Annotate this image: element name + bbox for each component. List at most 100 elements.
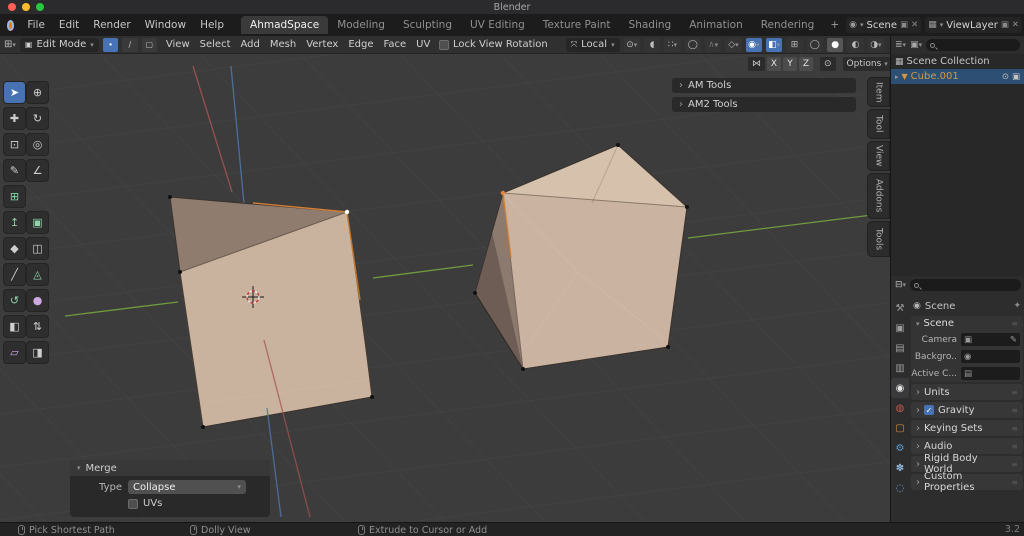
pin-icon[interactable]: ✦ (1013, 301, 1021, 311)
xray-toggle[interactable]: ◧▾ (766, 38, 782, 52)
edge-select-button[interactable]: ∕ (122, 38, 137, 52)
tool-annotate[interactable]: ✎ (4, 160, 25, 181)
shading-material-button[interactable]: ● (827, 38, 843, 52)
gravity-checkbox[interactable]: ✓ (924, 405, 934, 415)
tool-poly-build[interactable]: ◬ (27, 264, 48, 285)
scene-panel-header[interactable]: ▾ Scene ≡ (911, 316, 1023, 331)
editor-type-icon[interactable]: ⊟▾ (895, 280, 906, 290)
editor-type-icon[interactable]: ⊞▾ (4, 39, 16, 50)
panel-gravity[interactable]: ›✓Gravity≡ (911, 402, 1023, 418)
viewport-menu-face[interactable]: Face (379, 39, 412, 50)
proportional-falloff-dropdown[interactable]: ∧▾ (705, 38, 721, 52)
hide-viewport-eye-icon[interactable]: ⊙ (1002, 72, 1009, 82)
pivot-point-dropdown[interactable]: ⊙▾ (624, 38, 640, 52)
lock-view-rotation-checkbox[interactable] (439, 40, 449, 50)
workspace-tab-animation[interactable]: Animation (680, 16, 752, 34)
panel-rigid-body-world[interactable]: ›Rigid Body World≡ (911, 456, 1023, 472)
scene-name[interactable]: Scene (867, 20, 898, 31)
tool-bevel[interactable]: ◆ (4, 238, 25, 259)
outliner-filter-dropdown[interactable]: ▣▾ (910, 40, 922, 50)
menu-file[interactable]: File (20, 19, 52, 31)
properties-tab-object[interactable]: ▢ (891, 418, 909, 438)
workspace-tab-texture-paint[interactable]: Texture Paint (534, 16, 620, 34)
remove-viewlayer-icon[interactable]: ✕ (1012, 20, 1019, 30)
scene-selector[interactable]: ◉▾ Scene ▣ ✕ (846, 17, 921, 33)
outliner-row-scene-collection[interactable]: ▦ Scene Collection (891, 54, 1024, 69)
npanel-tab-tool[interactable]: Tool (868, 110, 889, 138)
tool-extrude-region[interactable]: ↥ (4, 212, 25, 233)
snap-base-icon[interactable]: ⊙ (820, 57, 836, 71)
panel-units[interactable]: ›Units≡ (911, 384, 1023, 400)
workspace-tab-uv-editing[interactable]: UV Editing (461, 16, 534, 34)
tool-shrink-fatten[interactable]: ⇅ (27, 316, 48, 337)
options-dropdown[interactable]: Options ▾ (843, 57, 892, 71)
viewport-menu-vertex[interactable]: Vertex (301, 39, 343, 50)
orientation-dropdown[interactable]: ⤧ Local ▾ (566, 38, 620, 52)
tool-edge-slide[interactable]: ◧ (4, 316, 25, 337)
show-gizmo-dropdown[interactable]: ◇▾ (725, 38, 741, 52)
tool-add-cube[interactable]: ⊞ (4, 186, 25, 207)
properties-tab-output[interactable]: ▤ (891, 338, 909, 358)
viewport-menu-add[interactable]: Add (236, 39, 265, 50)
field-input[interactable]: ◉ (961, 350, 1020, 363)
tool-measure[interactable]: ∠ (27, 160, 48, 181)
properties-tab-render[interactable]: ▣ (891, 318, 909, 338)
shading-solid-button[interactable]: ◯ (807, 38, 823, 52)
viewport-menu-edge[interactable]: Edge (343, 39, 378, 50)
shading-rendered-button[interactable]: ◐ (847, 38, 863, 52)
tool-loop-cut[interactable]: ◫ (27, 238, 48, 259)
workspace-tab-ahmadspace[interactable]: AhmadSpace (241, 16, 328, 34)
snap-with-dropdown[interactable]: ∷▾ (664, 38, 680, 52)
outliner-search-input[interactable] (926, 39, 1020, 51)
uvs-checkbox[interactable] (128, 499, 138, 509)
tool-rip-region[interactable]: ◨ (27, 342, 48, 363)
menu-help[interactable]: Help (193, 19, 231, 31)
panel-audio[interactable]: ›Audio≡ (911, 438, 1023, 454)
tool-rotate[interactable]: ↻ (27, 108, 48, 129)
properties-tab-scene[interactable]: ◉ (891, 378, 909, 398)
shading-dropdown[interactable]: ◑▾ (868, 38, 884, 52)
npanel-tab-tools[interactable]: Tools (868, 222, 889, 256)
mirror-y-button[interactable]: Y (783, 57, 797, 71)
outliner-display-mode-dropdown[interactable]: ≣▾ (895, 40, 906, 50)
panel-keying-sets[interactable]: ›Keying Sets≡ (911, 420, 1023, 436)
expand-arrow-icon[interactable]: ▸ (895, 73, 899, 81)
workspace-tab-modeling[interactable]: Modeling (328, 16, 394, 34)
mirror-z-button[interactable]: Z (799, 57, 813, 71)
scene-browse-icon[interactable]: ◉ (849, 20, 857, 30)
viewlayer-name[interactable]: ViewLayer (946, 20, 998, 31)
workspace-tab-shading[interactable]: Shading (620, 16, 681, 34)
proportional-edit-toggle[interactable]: ◯ (685, 38, 701, 52)
viewport-menu-mesh[interactable]: Mesh (265, 39, 301, 50)
tool-shear[interactable]: ▱ (4, 342, 25, 363)
workspace-tab-rendering[interactable]: Rendering (752, 16, 824, 34)
npanel-am2-tools[interactable]: ›AM2 Tools (672, 97, 856, 112)
viewlayer-selector[interactable]: ▦▾ ViewLayer ▣ ✕ (925, 17, 1022, 33)
disable-render-camera-icon[interactable]: ▣ (1012, 72, 1020, 82)
merge-type-select[interactable]: Collapse ▾ (128, 480, 246, 494)
menu-edit[interactable]: Edit (52, 19, 86, 31)
add-workspace-button[interactable]: + (823, 19, 846, 31)
properties-tab-particles[interactable]: ✽ (891, 458, 909, 478)
vertex-select-button[interactable]: ∙ (103, 38, 118, 52)
menu-window[interactable]: Window (138, 19, 193, 31)
field-input[interactable]: ▣✎ (961, 333, 1020, 346)
tool-move[interactable]: ✚ (4, 108, 25, 129)
object-label[interactable]: Cube.001 (911, 71, 959, 82)
viewport-menu-select[interactable]: Select (195, 39, 236, 50)
tool-transform[interactable]: ◎ (27, 134, 48, 155)
mode-dropdown[interactable]: ▣ Edit Mode ▾ (20, 38, 99, 52)
operator-panel-merge[interactable]: ▾ Merge Type Collapse ▾ UVs (70, 460, 270, 517)
mirror-x-button[interactable]: X (767, 57, 781, 71)
workspace-tab-sculpting[interactable]: Sculpting (394, 16, 461, 34)
menu-render[interactable]: Render (86, 19, 137, 31)
snap-magnet-toggle[interactable]: ◖ (644, 38, 660, 52)
properties-tab-tool[interactable]: ⚒ (891, 298, 909, 318)
tool-scale[interactable]: ⊡ (4, 134, 25, 155)
tool-select-box[interactable]: ➤ (4, 82, 25, 103)
tool-cursor[interactable]: ⊕ (27, 82, 48, 103)
new-viewlayer-icon[interactable]: ▣ (1001, 20, 1009, 30)
viewlayer-browse-icon[interactable]: ▦ (928, 20, 937, 30)
unlink-scene-icon[interactable]: ✕ (911, 20, 918, 30)
properties-tab-view-layer[interactable]: ▥ (891, 358, 909, 378)
